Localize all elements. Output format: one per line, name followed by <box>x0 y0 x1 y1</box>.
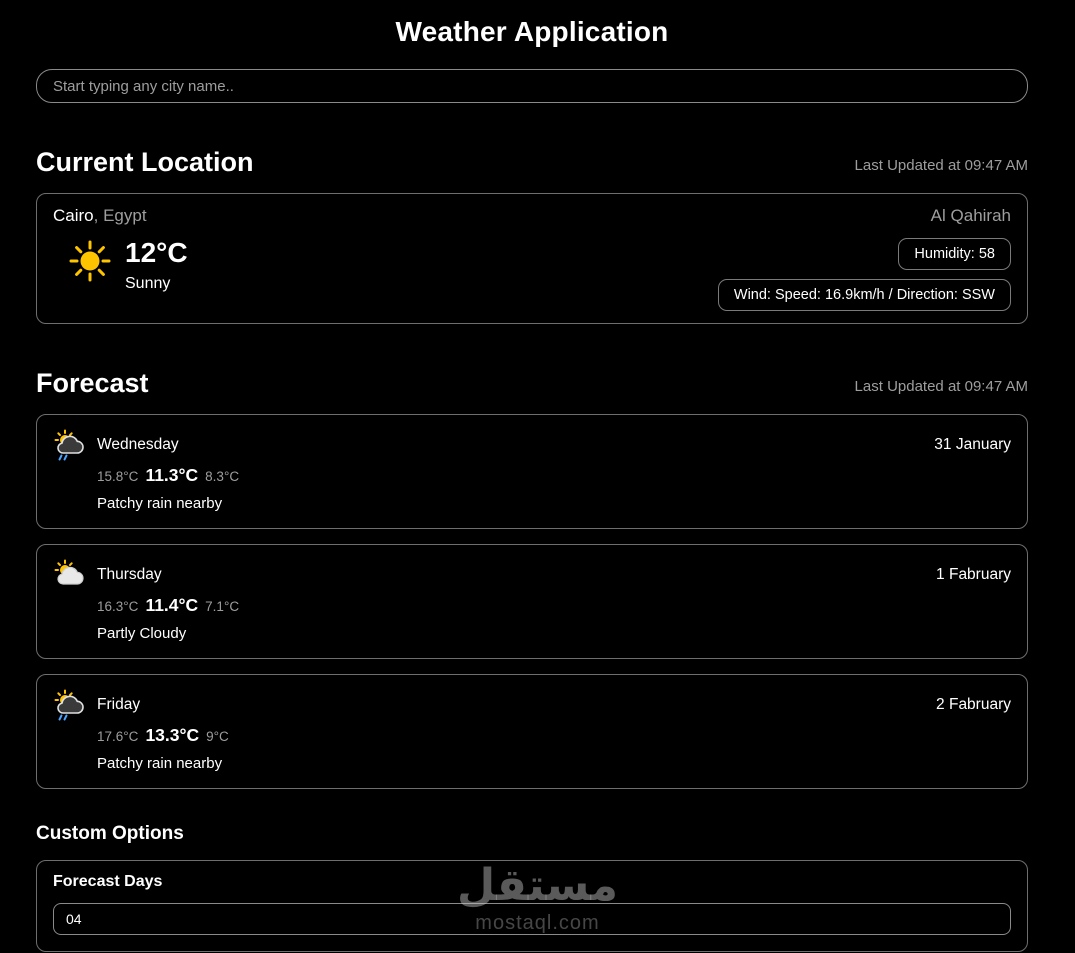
forecast-card: Thursday 1 Fabruary 16.3°C 11.4°C 7.1°C … <box>36 544 1028 659</box>
forecast-temps: 16.3°C 11.4°C 7.1°C <box>97 595 1011 616</box>
forecast-day: Friday <box>97 696 140 714</box>
forecast-day: Thursday <box>97 566 162 584</box>
region-name: Al Qahirah <box>931 206 1011 226</box>
forecast-card: Wednesday 31 January 15.8°C 11.3°C 8.3°C… <box>36 414 1028 529</box>
wind-badge: Wind: Speed: 16.9km/h / Direction: SSW <box>718 279 1011 311</box>
forecast-card-top: Thursday 1 Fabruary <box>53 559 1011 591</box>
weather-app-page: Weather Application Current Location Las… <box>0 0 1075 953</box>
forecast-max-temp: 16.3°C <box>97 599 138 614</box>
sun-icon <box>69 240 111 282</box>
current-location-section-head: Current Location Last Updated at 09:47 A… <box>36 147 1028 178</box>
forecast-max-temp: 17.6°C <box>97 729 138 744</box>
humidity-badge: Humidity: 58 <box>898 238 1011 270</box>
forecast-min-temp: 9°C <box>206 729 229 744</box>
forecast-card-top: Friday 2 Fabruary <box>53 689 1011 721</box>
city-name: Cairo <box>53 206 94 225</box>
city-country: Cairo, Egypt <box>53 206 147 226</box>
forecast-avg-temp: 11.3°C <box>145 465 198 486</box>
custom-options-heading: Custom Options <box>36 823 1028 845</box>
page-title: Weather Application <box>36 16 1028 48</box>
current-card-main-row: 12°C Sunny Humidity: 58 Wind: Speed: 16.… <box>53 238 1011 311</box>
forecast-date: 31 January <box>934 436 1011 454</box>
forecast-days-card: Forecast Days <box>36 860 1028 952</box>
temperature-block: 12°C Sunny <box>69 238 188 311</box>
forecast-temps: 15.8°C 11.3°C 8.3°C <box>97 465 1011 486</box>
sun-rain-cloud-icon <box>53 429 85 461</box>
current-temperature: 12°C <box>125 238 188 269</box>
city-search-input[interactable] <box>36 69 1028 103</box>
forecast-days-label: Forecast Days <box>53 873 1011 891</box>
forecast-card: Friday 2 Fabruary 17.6°C 13.3°C 9°C Patc… <box>36 674 1028 789</box>
sun-rain-cloud-icon <box>53 689 85 721</box>
current-stats-badges: Humidity: 58 Wind: Speed: 16.9km/h / Dir… <box>718 238 1011 311</box>
forecast-avg-temp: 13.3°C <box>145 725 199 746</box>
forecast-condition: Partly Cloudy <box>97 625 1011 642</box>
forecast-card-top: Wednesday 31 January <box>53 429 1011 461</box>
current-weather-card: Cairo, Egypt Al Qahirah <box>36 193 1028 324</box>
current-location-heading: Current Location <box>36 147 254 178</box>
country-name: , Egypt <box>94 206 147 225</box>
forecast-date: 2 Fabruary <box>936 696 1011 714</box>
current-card-top-row: Cairo, Egypt Al Qahirah <box>53 206 1011 226</box>
forecast-section-head: Forecast Last Updated at 09:47 AM <box>36 368 1028 399</box>
forecast-date: 1 Fabruary <box>936 566 1011 584</box>
forecast-condition: Patchy rain nearby <box>97 495 1011 512</box>
forecast-avg-temp: 11.4°C <box>145 595 198 616</box>
sun-cloud-icon <box>53 559 85 591</box>
forecast-condition: Patchy rain nearby <box>97 755 1011 772</box>
forecast-min-temp: 8.3°C <box>205 469 239 484</box>
current-last-updated: Last Updated at 09:47 AM <box>855 157 1028 178</box>
forecast-last-updated: Last Updated at 09:47 AM <box>855 378 1028 399</box>
forecast-day: Wednesday <box>97 436 179 454</box>
forecast-days-input[interactable] <box>53 903 1011 935</box>
temp-and-condition: 12°C Sunny <box>125 238 188 311</box>
forecast-heading: Forecast <box>36 368 149 399</box>
forecast-max-temp: 15.8°C <box>97 469 138 484</box>
forecast-temps: 17.6°C 13.3°C 9°C <box>97 725 1011 746</box>
forecast-min-temp: 7.1°C <box>205 599 239 614</box>
current-condition: Sunny <box>125 275 188 293</box>
